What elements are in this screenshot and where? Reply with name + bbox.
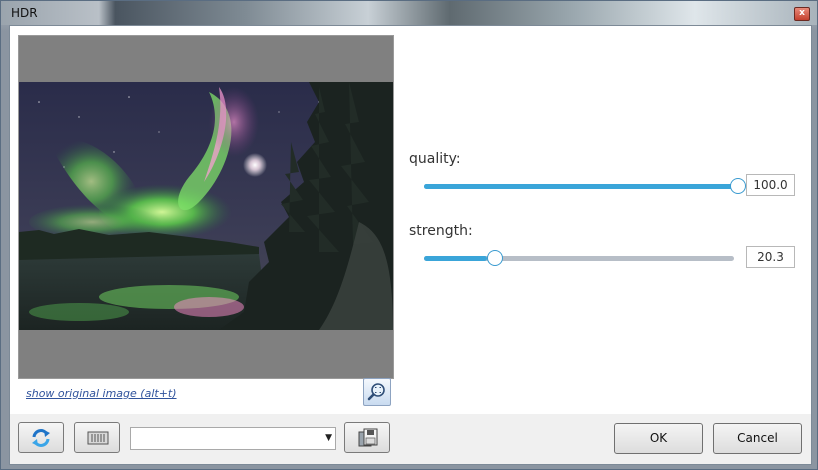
dialog-body: show original image (alt+t) quality: 100… — [9, 25, 812, 465]
refresh-icon — [30, 427, 52, 453]
strength-slider-fill — [424, 256, 487, 261]
title-bar[interactable]: HDR x — [1, 1, 817, 25]
strength-value-input[interactable]: 20.3 — [746, 246, 795, 268]
cancel-button[interactable]: Cancel — [713, 423, 802, 454]
bottom-toolbar: ▼ OK Cancel — [10, 414, 811, 464]
refresh-button[interactable] — [18, 422, 64, 453]
quality-slider-fill — [424, 184, 734, 189]
quality-label: quality: — [409, 151, 461, 167]
save-preset-button[interactable] — [344, 422, 390, 453]
ok-button[interactable]: OK — [614, 423, 703, 454]
quality-slider-thumb[interactable] — [730, 178, 746, 194]
preset-combobox[interactable]: ▼ — [130, 427, 336, 450]
window-title: HDR — [11, 6, 38, 20]
close-button[interactable]: x — [794, 7, 810, 21]
quality-slider[interactable] — [424, 178, 746, 194]
hdr-dialog: HDR x show original image (alt+t) qualit… — [0, 0, 818, 470]
image-preview-panel — [18, 35, 394, 379]
zoom-fit-button[interactable] — [363, 378, 391, 406]
show-original-link[interactable]: show original image (alt+t) — [26, 387, 177, 400]
strength-label: strength: — [409, 223, 473, 239]
close-icon: x — [799, 8, 805, 18]
chevron-down-icon[interactable]: ▼ — [325, 433, 332, 443]
preview-image[interactable] — [19, 82, 393, 330]
film-strip-icon — [87, 430, 109, 450]
film-strip-button[interactable] — [74, 422, 120, 453]
quality-value-input[interactable]: 100.0 — [746, 174, 795, 196]
zoom-fit-icon — [364, 383, 390, 409]
save-icon — [357, 428, 379, 452]
strength-slider-thumb[interactable] — [486, 250, 503, 266]
strength-slider[interactable] — [424, 250, 738, 266]
